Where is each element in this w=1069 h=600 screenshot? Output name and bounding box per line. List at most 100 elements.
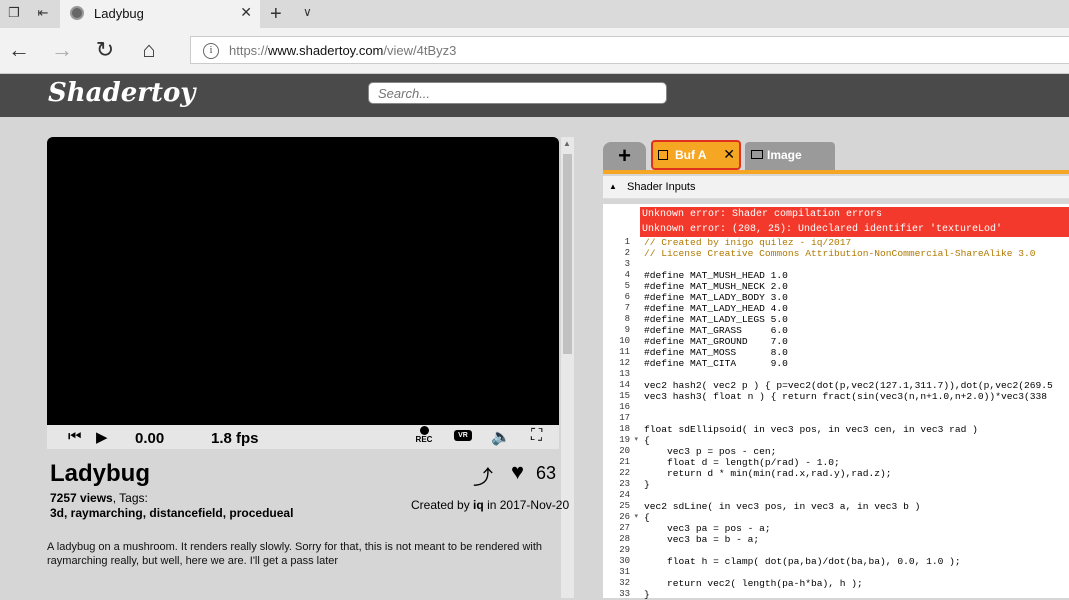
rewind-icon[interactable]: ⏮ (68, 428, 82, 445)
line-number: 10 (619, 336, 630, 346)
code-line: return d * min(min(rad.x,rad.y),rad.z); (644, 468, 892, 479)
shader-meta: 7257 views, Tags: 3d, raymarching, dista… (50, 491, 293, 521)
address-bar[interactable]: i https://www.shadertoy.com/view/4tByz3 (190, 36, 1069, 64)
code-line: float h = clamp( dot(pa,ba)/dot(ba,ba), … (644, 556, 961, 567)
author-link[interactable]: iq (473, 498, 484, 512)
tab-image[interactable]: Image (745, 142, 835, 170)
share-icon[interactable]: ⤴ (473, 461, 493, 490)
code-line: #define MAT_LADY_HEAD 4.0 (644, 303, 788, 314)
line-number: 20 (619, 446, 630, 456)
fps-display: 1.8 fps (211, 430, 259, 447)
views-count: 7257 views (50, 491, 113, 505)
line-number: 3 (624, 259, 630, 269)
shader-title: Ladybug (50, 460, 150, 487)
browser-tab[interactable]: Ladybug ✕ (60, 0, 260, 28)
code-line: // Created by inigo quilez - iq/2017 (644, 237, 852, 248)
line-number: 19 ▾ (619, 435, 638, 446)
record-icon (419, 426, 429, 435)
error-line: Unknown error: (208, 25): Undeclared ide… (640, 222, 1069, 237)
code-text[interactable]: // Created by inigo quilez - iq/2017// L… (644, 237, 1069, 600)
tab-list-chevron-icon[interactable]: ∨ (303, 5, 312, 19)
play-icon[interactable]: ▶ (96, 428, 108, 446)
forward-button[interactable]: → (50, 38, 74, 62)
site-info-icon[interactable]: i (203, 43, 219, 59)
line-number: 7 (624, 303, 630, 313)
line-number: 32 (619, 578, 630, 588)
close-buffer-icon[interactable]: ✕ (723, 146, 735, 163)
editor-tabs: + Buf A ✕ Image (603, 140, 1069, 170)
shader-description: A ladybug on a mushroom. It renders real… (47, 541, 543, 567)
search-input[interactable] (368, 82, 667, 104)
url-text: https://www.shadertoy.com/view/4tByz3 (229, 43, 457, 58)
expand-triangle-icon: ▲ (609, 182, 617, 191)
code-line: #define MAT_MUSH_NECK 2.0 (644, 281, 788, 292)
back-button[interactable]: ← (7, 38, 31, 62)
code-line: #define MAT_MUSH_HEAD 1.0 (644, 270, 788, 281)
favicon-icon (70, 6, 84, 20)
tags-list[interactable]: 3d, raymarching, distancefield, procedue… (50, 506, 293, 520)
vr-icon[interactable]: VR (454, 430, 472, 441)
home-button[interactable]: ⌂ (137, 38, 161, 62)
line-number: 31 (619, 567, 630, 577)
heart-icon[interactable]: ♥ (511, 459, 524, 485)
volume-icon[interactable]: 🔈 (491, 427, 511, 447)
line-number: 15 (619, 391, 630, 401)
shadertoy-logo[interactable]: Shadertoy (48, 78, 195, 108)
add-tab-button[interactable]: + (603, 142, 646, 170)
line-number: 23 (619, 479, 630, 489)
tabs-aside-icon[interactable]: ⇤ (35, 5, 51, 21)
line-number: 1 (624, 237, 630, 247)
fold-arrow-icon[interactable]: ▾ (634, 512, 638, 523)
tab-image-label: Image (767, 148, 802, 162)
scrollbar-thumb[interactable] (563, 154, 572, 354)
fullscreen-icon[interactable]: ⛶ (531, 427, 542, 445)
code-line: float d = length(p/rad) - 1.0; (644, 457, 840, 468)
new-tab-button[interactable]: + (270, 3, 282, 26)
code-line: float sdEllipsoid( in vec3 pos, in vec3 … (644, 424, 978, 435)
line-number: 6 (624, 292, 630, 302)
refresh-button[interactable]: ↻ (93, 38, 117, 62)
fold-arrow-icon[interactable]: ▾ (634, 435, 638, 446)
code-line: vec2 sdLine( in vec3 pos, in vec3 a, in … (644, 501, 921, 512)
line-number: 9 (624, 325, 630, 335)
shader-inputs-label: Shader Inputs (627, 181, 696, 193)
tab-buf-a[interactable]: Buf A ✕ (651, 140, 741, 170)
line-number: 29 (619, 545, 630, 555)
code-line: #define MAT_MOSS 8.0 (644, 347, 788, 358)
code-editor[interactable]: Unknown error: Shader compilation errors… (603, 204, 1069, 600)
code-line: #define MAT_GRASS 6.0 (644, 325, 788, 336)
tab-underline (603, 170, 1069, 174)
line-number: 11 (619, 347, 630, 357)
shader-inputs-toggle[interactable]: ▲ Shader Inputs (603, 176, 1069, 199)
line-number: 33 (619, 589, 630, 599)
record-button[interactable]: REC (414, 426, 434, 444)
line-number: 2 (624, 248, 630, 258)
line-number: 28 (619, 534, 630, 544)
line-number: 13 (619, 369, 630, 379)
monitor-icon (751, 150, 763, 159)
line-number: 25 (619, 501, 630, 511)
tab-actions-icon[interactable]: ❐ (6, 5, 22, 21)
browser-tab-strip: ❐ ⇤ Ladybug ✕ + ∨ (0, 0, 1069, 28)
scroll-up-icon[interactable]: ▲ (563, 139, 571, 148)
code-line: #define MAT_LADY_LEGS 5.0 (644, 314, 788, 325)
created-by: Created by iq in 2017-Nov-20 (411, 498, 570, 512)
left-scrollbar[interactable]: ▲ (561, 137, 574, 598)
time-display: 0.00 (135, 430, 165, 447)
close-tab-icon[interactable]: ✕ (240, 4, 252, 21)
browser-nav-bar: ← → ↻ ⌂ i https://www.shadertoy.com/view… (0, 28, 1069, 74)
line-number: 21 (619, 457, 630, 467)
line-number: 8 (624, 314, 630, 324)
tab-buf-a-label: Buf A (675, 148, 707, 162)
line-number: 12 (619, 358, 630, 368)
shader-canvas[interactable] (47, 137, 559, 449)
code-line: #define MAT_CITA 9.0 (644, 358, 788, 369)
code-line: vec3 p = pos - cen; (644, 446, 777, 457)
code-line: vec2 hash2( vec2 p ) { p=vec2(dot(p,vec2… (644, 380, 1053, 391)
